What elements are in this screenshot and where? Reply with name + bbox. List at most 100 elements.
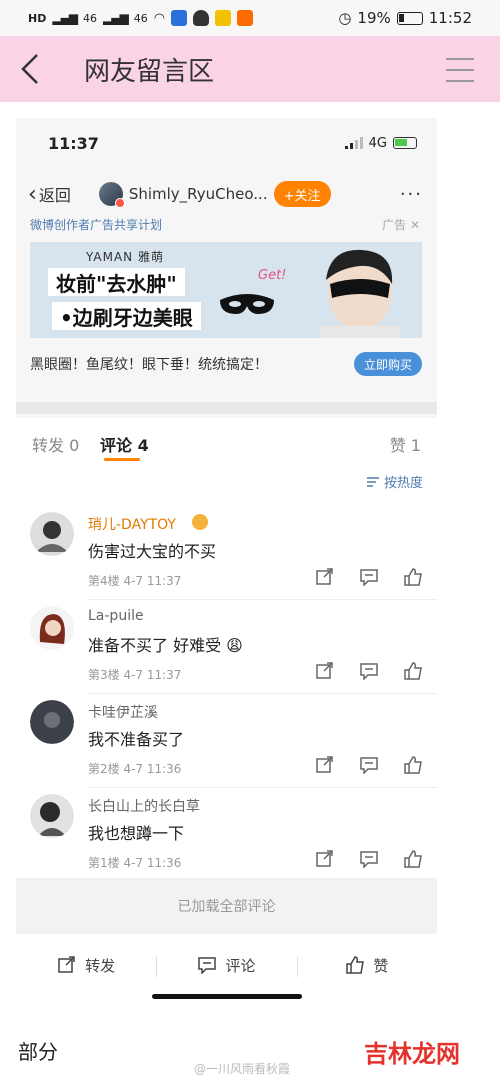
status-left: HD ▂▄▆ 46 ▂▄▆ 46 ◠: [28, 10, 254, 26]
comment-meta: 第2楼 4-7 11:36: [88, 762, 182, 776]
signal-label-b: 46: [133, 11, 148, 25]
status-bar: HD ▂▄▆ 46 ▂▄▆ 46 ◠ ◷ 19% 11:52: [0, 0, 500, 36]
ad-close[interactable]: 广告 ✕: [382, 216, 420, 233]
status-time: 11:52: [428, 9, 472, 27]
buy-now-button[interactable]: 立即购买: [353, 352, 422, 376]
follow-button[interactable]: +关注: [273, 181, 331, 207]
sort-icon: [366, 476, 379, 487]
inner-back-button[interactable]: ‹ 返回: [28, 182, 71, 207]
battery-percent: 19%: [357, 9, 391, 27]
back-button[interactable]: [0, 36, 60, 102]
commenter-name[interactable]: La-puile: [88, 608, 144, 624]
comment-item: 琑儿-DAYTOY 伤害过大宝的不买 第4楼 4-7 11:37: [16, 506, 437, 600]
comment-actions: [315, 568, 423, 586]
share-icon[interactable]: [315, 850, 335, 868]
page-title: 网友留言区: [84, 56, 215, 87]
ad-headline-1: 妆前"去水肿": [48, 268, 185, 296]
reply-icon[interactable]: [359, 756, 379, 774]
reply-icon[interactable]: [359, 850, 379, 868]
commenter-avatar[interactable]: [30, 606, 74, 650]
share-icon[interactable]: [315, 756, 335, 774]
chevron-left-icon: ‹: [28, 181, 37, 207]
author-avatar: [98, 182, 125, 208]
inner-status-bar: 11:37 4G: [16, 118, 437, 168]
like-icon[interactable]: [403, 850, 423, 868]
share-icon: [58, 956, 75, 973]
more-icon[interactable]: ···: [400, 184, 423, 205]
status-right: ◷ 19% 11:52: [338, 9, 472, 27]
comment-icon: [198, 957, 217, 974]
comment-actions: [315, 850, 423, 868]
comment-item: 长白山上的长白草 我也想蹲一下 第1楼 4-7 11:36: [16, 788, 437, 882]
like-icon[interactable]: [403, 756, 423, 774]
sort-button[interactable]: 按热度: [366, 472, 423, 491]
footer-text: 部分: [18, 1040, 58, 1064]
post-author[interactable]: Shimly_RyuCheo...: [98, 182, 268, 208]
vip-badge-icon: [192, 514, 208, 530]
reply-icon[interactable]: [359, 662, 379, 680]
repost-button[interactable]: 转发: [16, 955, 156, 976]
share-icon[interactable]: [315, 662, 335, 680]
comment-item: La-puile 准备不买了 好难受 😩 第3楼 4-7 11:37: [16, 600, 437, 694]
site-logo: 吉林龙网: [364, 1040, 460, 1068]
comment-meta: 第4楼 4-7 11:37: [88, 574, 182, 588]
comment-text: 我也想蹲一下: [88, 824, 185, 843]
app-icon-translate: [171, 10, 188, 26]
reply-icon[interactable]: [359, 568, 379, 586]
ad-banner[interactable]: YAMAN 雅萌 妆前"去水肿" •边刷牙边美眼 Get!: [30, 242, 422, 338]
wifi-icon: ◠: [153, 10, 166, 26]
comment-actions: [315, 756, 423, 774]
inner-network: 4G: [368, 135, 387, 151]
like-icon: [346, 956, 365, 974]
commenter-name[interactable]: 长白山上的长白草: [88, 796, 200, 816]
comment-button[interactable]: 评论: [156, 955, 296, 977]
all-comments-loaded: 已加载全部评论: [16, 878, 437, 934]
comment-text: 我不准备买了: [88, 730, 185, 749]
comment-tabs: 转发 0 评论 4 赞 1: [16, 418, 437, 468]
model-photo: [320, 249, 400, 338]
ad-headline-2: •边刷牙边美眼: [52, 302, 201, 330]
comment-text: 伤害过大宝的不买: [88, 542, 217, 561]
inner-battery-icon: [393, 137, 417, 149]
inner-time: 11:37: [48, 133, 99, 153]
chevron-left-icon: [21, 54, 38, 84]
bottom-action-bar: 转发 评论 赞: [16, 940, 437, 990]
inner-status-right: 4G: [344, 135, 417, 151]
battery-icon: [396, 11, 423, 25]
commenter-name[interactable]: 琑儿-DAYTOY: [88, 514, 176, 534]
ad-program-link[interactable]: 微博创作者广告共享计划: [30, 216, 162, 233]
ad-brand: YAMAN 雅萌: [86, 250, 164, 264]
embedded-screenshot: 11:37 4G ‹ 返回 Shimly_RyuCheo... +关注 ··· …: [16, 118, 437, 999]
commenter-avatar[interactable]: [30, 794, 74, 838]
tab-comment[interactable]: 评论 4: [100, 432, 149, 456]
section-divider: [16, 402, 437, 414]
mail-icon: [215, 10, 232, 26]
comment-actions: [315, 662, 423, 680]
sort-label: 按热度: [383, 476, 423, 491]
author-name: Shimly_RyuCheo...: [128, 185, 268, 203]
page-header: 网友留言区: [0, 36, 500, 102]
like-icon[interactable]: [403, 568, 423, 586]
like-label: 赞: [373, 956, 389, 975]
hd-label: HD: [28, 11, 47, 25]
alarm-icon: ◷: [338, 9, 352, 27]
comment-meta: 第1楼 4-7 11:36: [88, 856, 182, 870]
tab-repost[interactable]: 转发 0: [32, 432, 79, 456]
commenter-avatar[interactable]: [30, 512, 74, 556]
signal-icon-a: ▂▄▆: [52, 11, 78, 25]
repost-label: 转发: [85, 956, 116, 975]
inner-nav: ‹ 返回 Shimly_RyuCheo... +关注 ···: [16, 174, 437, 214]
ad-header: 微博创作者广告共享计划 广告 ✕: [30, 216, 420, 233]
tab-like[interactable]: 赞 1: [390, 432, 421, 456]
home-indicator: [152, 994, 302, 999]
like-button[interactable]: 赞: [296, 955, 437, 977]
share-icon[interactable]: [315, 568, 335, 586]
commenter-name[interactable]: 卡哇伊芷溪: [88, 702, 158, 722]
ad-footer: 黑眼圈！鱼尾纹！眼下垂！统统搞定！ 立即购买: [30, 346, 422, 382]
menu-icon[interactable]: [446, 58, 474, 82]
signal-label-a: 46: [83, 11, 98, 25]
like-icon[interactable]: [403, 662, 423, 680]
commenter-avatar[interactable]: [30, 700, 74, 744]
comment-item: 卡哇伊芷溪 我不准备买了 第2楼 4-7 11:36: [16, 694, 437, 788]
active-tab-indicator: [104, 458, 140, 461]
